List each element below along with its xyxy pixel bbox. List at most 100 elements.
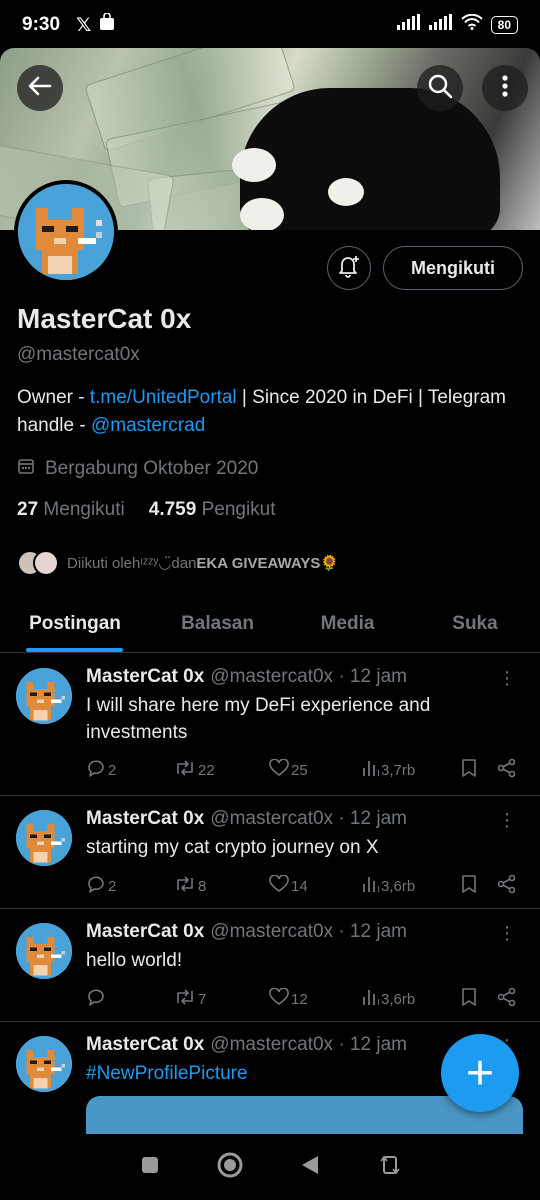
following-stat[interactable]: 27 Mengikuti xyxy=(17,499,125,521)
tweet-item[interactable]: MasterCat 0x @mastercat0x · 12 jam ⋮ sta… xyxy=(0,796,540,909)
followed-by-middle: dan xyxy=(171,554,197,572)
views-button[interactable]: 3,7rb xyxy=(361,759,461,781)
followers-label: Pengikut xyxy=(201,499,276,520)
tweet-author-name: MasterCat 0x xyxy=(86,1034,205,1055)
reply-icon xyxy=(86,758,106,782)
more-button[interactable] xyxy=(482,65,528,111)
tweet-author-handle: @mastercat0x · 12 jam xyxy=(210,921,407,942)
reply-button[interactable] xyxy=(86,987,174,1011)
followers-count: 4.759 xyxy=(148,499,197,520)
heart-icon xyxy=(269,758,289,781)
share-icon xyxy=(497,758,517,782)
bio-text: Owner - xyxy=(17,387,90,408)
profile-avatar[interactable] xyxy=(14,180,118,284)
tweet-actions: 2 22 25 3,7rb xyxy=(86,758,526,782)
tab-posts[interactable]: Postingan xyxy=(0,595,150,652)
tweet-header: MasterCat 0x @mastercat0x · 12 jam xyxy=(86,1034,407,1056)
reply-count: 2 xyxy=(108,761,117,779)
tweet-actions: 7 12 3,6rb xyxy=(86,987,526,1011)
tweet-more-icon[interactable]: ⋮ xyxy=(498,810,516,831)
system-navigation-bar xyxy=(0,1134,540,1200)
calendar-icon xyxy=(17,457,35,481)
like-button[interactable]: 25 xyxy=(269,758,361,781)
tweet-avatar[interactable] xyxy=(16,810,72,866)
bookmark-button[interactable] xyxy=(461,987,497,1011)
share-button[interactable] xyxy=(497,987,517,1011)
retweet-button[interactable]: 22 xyxy=(174,759,269,781)
tab-media[interactable]: Media xyxy=(285,595,410,652)
retweet-count: 8 xyxy=(198,877,207,895)
follower-avatar-2 xyxy=(33,550,59,576)
bio-mention[interactable]: @mastercrad xyxy=(91,415,205,436)
views-icon xyxy=(361,759,380,781)
followed-by-prefix: Diikuti oleh xyxy=(67,554,141,572)
like-count: 25 xyxy=(291,761,308,779)
tweet-text: hello world! xyxy=(86,950,183,971)
bell-plus-icon xyxy=(336,253,362,284)
home-button[interactable] xyxy=(215,1152,245,1182)
views-icon xyxy=(361,988,380,1010)
back-button[interactable] xyxy=(17,65,63,111)
tab-replies[interactable]: Balasan xyxy=(150,595,285,652)
compose-button[interactable]: + xyxy=(441,1034,519,1112)
tweet-item[interactable]: MasterCat 0x @mastercat0x · 12 jam ⋮ I w… xyxy=(0,654,540,796)
tweet-avatar[interactable] xyxy=(16,668,72,724)
rotate-button[interactable] xyxy=(375,1152,405,1182)
shop-icon xyxy=(99,12,115,37)
joined-date: Bergabung Oktober 2020 xyxy=(17,457,258,481)
retweet-button[interactable]: 8 xyxy=(174,875,269,897)
heart-icon xyxy=(269,874,289,897)
tweet-author-handle: @mastercat0x · 12 jam xyxy=(210,808,407,829)
bio-link[interactable]: t.me/UnitedPortal xyxy=(90,387,237,408)
bookmark-button[interactable] xyxy=(461,758,497,782)
views-button[interactable]: 3,6rb xyxy=(361,988,461,1010)
tweet-more-icon[interactable]: ⋮ xyxy=(498,923,516,944)
share-button[interactable] xyxy=(497,758,517,782)
status-bar: 9:30 𝕏 80 xyxy=(0,0,540,50)
followed-by-user-1: ᶦᶻᶻʸ◡̈ xyxy=(140,555,172,572)
heart-icon xyxy=(269,987,289,1010)
circle-icon xyxy=(216,1151,244,1184)
views-icon xyxy=(361,875,380,897)
like-count: 12 xyxy=(291,990,308,1008)
retweet-count: 7 xyxy=(198,990,207,1008)
square-icon xyxy=(140,1155,160,1180)
retweet-icon xyxy=(174,759,196,781)
tab-likes[interactable]: Suka xyxy=(410,595,540,652)
followed-by-user-2: EKA GIVEAWAYS🌻 xyxy=(196,555,340,572)
followers-stat[interactable]: 4.759 Pengikut xyxy=(149,499,276,521)
reply-button[interactable]: 2 xyxy=(86,874,174,898)
signal-icon xyxy=(396,14,421,36)
tweet-more-icon[interactable]: ⋮ xyxy=(498,668,516,689)
tweet-author-name: MasterCat 0x xyxy=(86,808,205,829)
tweet-header: MasterCat 0x @mastercat0x · 12 jam xyxy=(86,808,407,830)
tweet-header: MasterCat 0x @mastercat0x · 12 jam xyxy=(86,666,407,688)
tweet-avatar[interactable] xyxy=(16,923,72,979)
recents-button[interactable] xyxy=(135,1152,165,1182)
search-button[interactable] xyxy=(417,65,463,111)
signal-2-icon xyxy=(428,14,453,36)
followed-by[interactable]: Diikuti oleh ᶦᶻᶻʸ◡̈ dan EKA GIVEAWAYS🌻 xyxy=(17,550,339,576)
tweet-author-name: MasterCat 0x xyxy=(86,921,205,942)
retweet-icon xyxy=(174,988,196,1010)
more-vertical-icon xyxy=(501,74,509,103)
share-button[interactable] xyxy=(497,874,517,898)
views-button[interactable]: 3,6rb xyxy=(361,875,461,897)
battery-indicator: 80 xyxy=(490,16,518,34)
bookmark-button[interactable] xyxy=(461,874,497,898)
retweet-button[interactable]: 7 xyxy=(174,988,269,1010)
triangle-back-icon xyxy=(300,1154,320,1181)
following-button[interactable]: Mengikuti xyxy=(383,246,523,290)
notification-bell-button[interactable] xyxy=(327,246,371,290)
following-count: 27 xyxy=(17,499,39,520)
like-button[interactable]: 14 xyxy=(269,874,361,897)
reply-count: 2 xyxy=(108,877,117,895)
reply-button[interactable]: 2 xyxy=(86,758,174,782)
profile-tabs: Postingan Balasan Media Suka xyxy=(0,595,540,653)
tweet-avatar[interactable] xyxy=(16,1036,72,1092)
follow-stats: 27 Mengikuti 4.759 Pengikut xyxy=(17,499,276,521)
like-button[interactable]: 12 xyxy=(269,987,361,1010)
tweet-item[interactable]: MasterCat 0x @mastercat0x · 12 jam ⋮ hel… xyxy=(0,909,540,1022)
back-nav-button[interactable] xyxy=(295,1152,325,1182)
profile-handle: @mastercat0x xyxy=(17,344,140,365)
